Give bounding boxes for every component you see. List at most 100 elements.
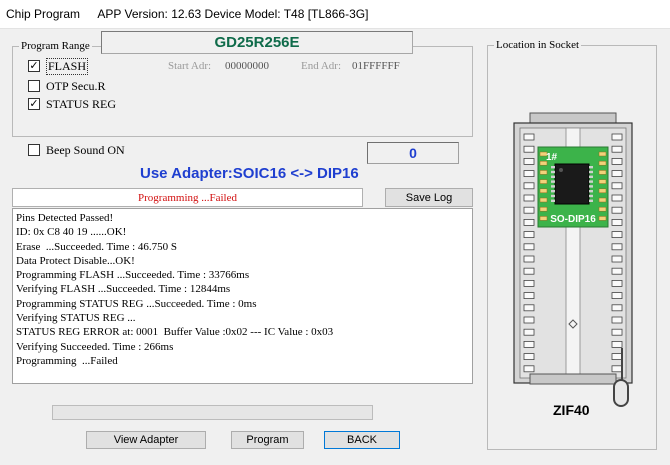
chip-leg <box>589 199 593 202</box>
socket-pin <box>523 353 535 361</box>
socket-pin <box>611 328 623 336</box>
socket-pin <box>523 182 535 190</box>
beep-checkbox[interactable] <box>28 144 40 156</box>
adapter-pad <box>598 179 607 184</box>
adapter-pad <box>598 170 607 175</box>
socket-pin <box>611 145 623 153</box>
otp-checkbox[interactable] <box>28 80 40 92</box>
socket-pin <box>523 219 535 226</box>
option-otp[interactable]: OTP Secu.R <box>28 78 106 94</box>
chip-leg <box>551 185 555 188</box>
option-status-reg[interactable]: ✓ STATUS REG <box>28 96 116 112</box>
adapter-pad <box>598 206 607 212</box>
program-button[interactable]: Program <box>231 431 304 449</box>
view-adapter-button[interactable]: View Adapter <box>86 431 206 449</box>
adapter-pad <box>598 216 607 221</box>
start-adr-label: Start Adr: <box>168 60 212 72</box>
log-line: ID: 0x C8 40 19 ......OK! <box>16 226 127 239</box>
window-title: Chip Program <box>6 7 81 21</box>
socket-pin <box>611 231 623 238</box>
socket-pin <box>611 267 623 275</box>
socket-pin <box>523 158 535 165</box>
log-line: Verifying STATUS REG ... <box>16 312 136 325</box>
socket-pin <box>523 267 535 275</box>
socket-pin <box>611 304 623 312</box>
log-line: Programming FLASH ...Succeeded. Time : 3… <box>16 269 250 282</box>
socket-pin <box>611 194 623 202</box>
socket-pin <box>611 206 623 214</box>
socket-pin <box>611 243 623 251</box>
start-adr-value: 00000000 <box>225 60 269 72</box>
status-reg-checkbox[interactable]: ✓ <box>28 98 40 110</box>
adapter-pad <box>598 197 607 203</box>
chip-leg <box>551 190 555 193</box>
socket-pin <box>523 206 535 214</box>
chip-leg <box>551 175 555 178</box>
socket-pin <box>611 133 623 141</box>
chip-leg <box>589 190 593 193</box>
log-line: Erase ...Succeeded. Time : 46.750 S <box>16 240 178 253</box>
progress-bar <box>52 405 373 420</box>
app-version-info: APP Version: 12.63 Device Model: T48 [TL… <box>97 7 369 21</box>
socket-lever-handle[interactable] <box>613 379 629 407</box>
adapter-pad <box>539 216 548 221</box>
socket-pin <box>611 170 623 177</box>
pin1-marker: 1# <box>546 152 558 163</box>
chip-leg <box>589 185 593 188</box>
chip-leg <box>589 180 593 183</box>
otp-label: OTP Secu.R <box>46 78 106 93</box>
socket-pin <box>523 133 535 141</box>
adapter-pad <box>598 151 607 157</box>
adapter-pad <box>539 170 548 175</box>
socket-pin <box>523 292 535 300</box>
end-adr-label: End Adr: <box>301 60 342 72</box>
log-line: Programming STATUS REG ...Succeeded. Tim… <box>16 297 257 310</box>
socket-legend: Location in Socket <box>494 38 582 52</box>
chip-name-display: GD25R256E <box>101 31 413 54</box>
adapter-label: SO-DIP16 <box>550 214 596 225</box>
socket-pin <box>523 365 535 373</box>
log-output: Pins Detected Passed! ID: 0x C8 40 19 ..… <box>12 208 473 384</box>
adapter-pad <box>539 188 548 194</box>
adapter-pad <box>598 160 607 166</box>
adapter-pad <box>539 179 548 184</box>
back-button[interactable]: BACK <box>324 431 400 449</box>
socket-pin <box>611 219 623 226</box>
log-line: Pins Detected Passed! <box>16 212 114 224</box>
socket-pin <box>523 255 535 263</box>
chip-pin1-dot <box>559 168 563 172</box>
save-log-button[interactable]: Save Log <box>385 188 473 207</box>
chip-leg <box>551 166 555 169</box>
chip-leg <box>589 194 593 198</box>
status-message: Programming ...Failed <box>12 188 363 207</box>
title-bar: Chip Program APP Version: 12.63 Device M… <box>0 0 670 29</box>
socket-pin <box>611 255 623 263</box>
chip-leg <box>551 180 555 183</box>
adapter-title: Use Adapter:SOIC16 <-> DIP16 <box>140 165 359 182</box>
socket-pin <box>611 340 623 348</box>
flash-label: FLASH <box>46 57 89 75</box>
chip-leg <box>551 199 555 202</box>
socket-pin <box>611 292 623 300</box>
flash-checkbox[interactable]: ✓ <box>28 60 40 72</box>
socket-pin <box>523 304 535 312</box>
end-adr-value: 01FFFFFF <box>352 60 400 72</box>
socket-pin <box>611 365 623 373</box>
option-flash[interactable]: ✓ FLASH <box>28 57 89 75</box>
chip-leg <box>551 194 555 198</box>
socket-pin <box>523 170 535 177</box>
socket-pin <box>611 158 623 165</box>
socket-pin <box>523 231 535 238</box>
adapter-pad <box>598 188 607 194</box>
socket-pin <box>523 243 535 251</box>
socket-pin <box>611 182 623 190</box>
beep-option[interactable]: Beep Sound ON <box>28 142 125 158</box>
adapter-pad <box>539 197 548 203</box>
log-line: Verifying FLASH ...Succeeded. Time : 128… <box>16 283 231 296</box>
socket-pin <box>523 340 535 348</box>
socket-pin <box>611 353 623 361</box>
log-line: Programming ...Failed <box>16 354 118 367</box>
status-reg-label: STATUS REG <box>46 96 117 111</box>
socket-pin <box>523 145 535 153</box>
program-counter: 0 <box>367 142 459 164</box>
